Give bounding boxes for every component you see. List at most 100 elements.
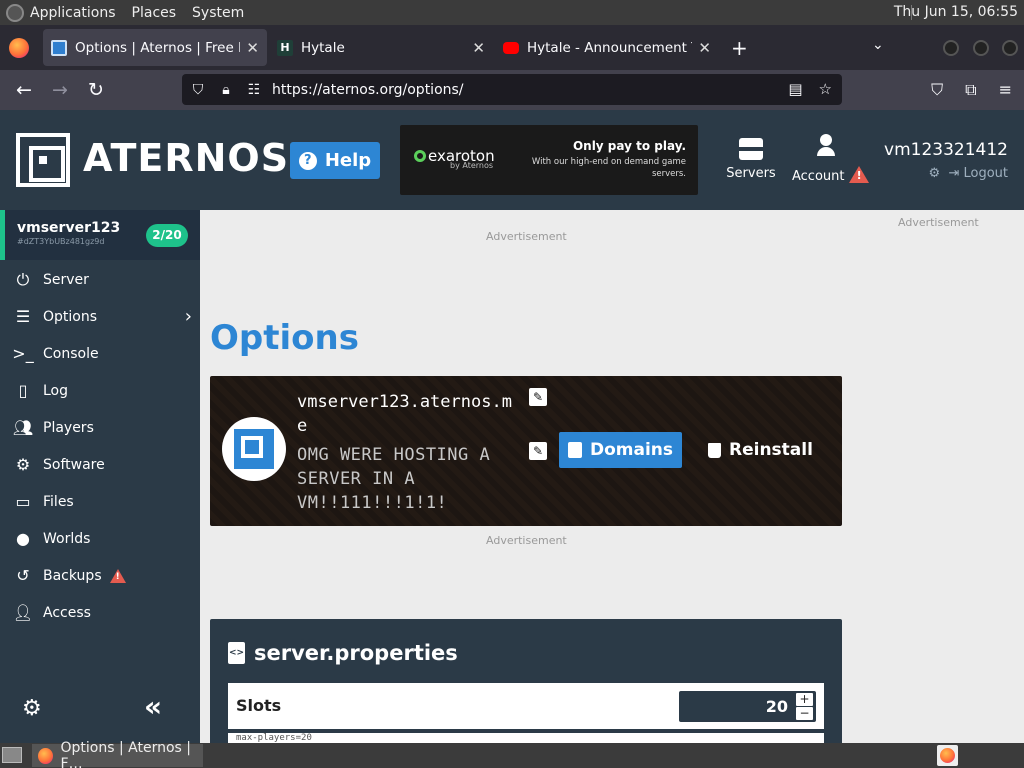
minimize-window-icon[interactable] [943, 40, 959, 56]
slots-value[interactable]: 20 [766, 697, 788, 716]
show-desktop-icon[interactable] [2, 747, 22, 763]
tab-hytale[interactable]: H Hytale ✕ [269, 29, 493, 66]
bookmark-star-icon[interactable]: ☆ [819, 80, 832, 98]
help-button[interactable]: ? Help [290, 142, 380, 179]
places-menu[interactable]: Places [132, 5, 177, 21]
settings-gear-icon[interactable]: ⚙ [929, 166, 941, 181]
gears-icon: ⚙ [15, 455, 31, 474]
server-id: #dZT3YbUBz481gz9d [17, 237, 105, 246]
back-icon[interactable]: ← [6, 79, 42, 101]
server-info-card: vmserver123.aternos.me OMG WERE HOSTING … [210, 376, 842, 526]
globe-icon: ● [16, 529, 30, 548]
sidebar-item-worlds[interactable]: ● Worlds [0, 520, 200, 557]
permissions-icon[interactable]: ☷ [240, 82, 268, 98]
sidebar-item-files[interactable]: ▭ Files [0, 483, 200, 520]
close-window-icon[interactable] [1002, 40, 1018, 56]
tab-title: Options | Aternos | Free Min [75, 39, 240, 56]
question-icon: ? [298, 151, 317, 170]
terminal-icon: >_ [12, 344, 34, 363]
sidebar-item-log[interactable]: ▯ Log [0, 372, 200, 409]
extensions-icon[interactable]: ⧉ [965, 80, 976, 100]
firefox-view-icon[interactable] [9, 37, 29, 58]
help-label: Help [324, 150, 372, 171]
tab-hytale-youtube[interactable]: Hytale - Announcement Tra ✕ [495, 29, 719, 66]
sidebar: vmserver123 #dZT3YbUBz481gz9d 2/20 ⏻ Ser… [0, 210, 200, 743]
account-link[interactable]: Account [792, 134, 869, 184]
sidebar-item-label: Files [43, 493, 74, 510]
clock[interactable]: Thu Jun 15, 06:55 [894, 4, 1018, 20]
log-icon: ▯ [18, 381, 28, 400]
pocket-icon[interactable]: ⛉ [931, 80, 943, 100]
settings-gear-icon[interactable]: ⚙ [22, 696, 42, 721]
domains-button[interactable]: Domains [559, 432, 682, 468]
tab-title: Hytale [301, 39, 345, 56]
reinstall-label: Reinstall [729, 440, 813, 460]
exaroton-ad-banner[interactable]: exaroton by Aternos Only pay to play. Wi… [400, 125, 698, 195]
logout-label: Logout [963, 166, 1008, 181]
collapse-sidebar-icon[interactable]: « [144, 690, 162, 723]
sidebar-item-server[interactable]: ⏻ Server [0, 261, 200, 298]
logout-link[interactable]: ⚙ ⇥ Logout [884, 166, 1008, 181]
tab-title: Hytale - Announcement Tra [527, 39, 692, 56]
edit-motd-icon[interactable]: ✎ [529, 442, 547, 460]
users-icon: 👥︎ [12, 418, 34, 437]
close-tab-icon[interactable]: ✕ [246, 39, 259, 57]
browser-nav-bar: ← → ↻ ⛉ 🔒︎ ☷ https://aternos.org/options… [0, 70, 1024, 110]
ad-label: Advertisement [486, 230, 567, 243]
server-selector[interactable]: vmserver123 #dZT3YbUBz481gz9d 2/20 [0, 210, 200, 260]
brand-name[interactable]: ATERNOS [83, 136, 289, 180]
server-motd[interactable]: OMG WERE HOSTING A SERVER IN A VM!!111!!… [297, 443, 522, 515]
menu-hamburger-icon[interactable]: ≡ [999, 80, 1012, 100]
applications-menu[interactable]: Applications [30, 5, 116, 21]
servers-icon [739, 138, 763, 160]
close-tab-icon[interactable]: ✕ [472, 39, 485, 57]
forward-icon[interactable]: → [42, 79, 78, 101]
sidebar-item-software[interactable]: ⚙ Software [0, 446, 200, 483]
aternos-logo-icon[interactable] [16, 133, 70, 187]
distro-logo-icon[interactable] [6, 3, 24, 22]
lock-icon[interactable]: 🔒︎ [212, 82, 240, 98]
slots-label: Slots [236, 696, 282, 715]
close-tab-icon[interactable]: ✕ [698, 39, 711, 57]
youtube-icon [503, 41, 519, 54]
decrement-button[interactable]: − [796, 707, 813, 720]
sidebar-item-options[interactable]: ☰ Options › [0, 298, 200, 335]
tab-aternos-options[interactable]: Options | Aternos | Free Min ✕ [43, 29, 267, 66]
ad-label: Advertisement [898, 216, 979, 229]
server-avatar[interactable] [222, 417, 286, 481]
system-menu[interactable]: System [192, 5, 244, 21]
username[interactable]: vm123321412 [884, 140, 1008, 160]
new-tab-icon[interactable]: + [731, 36, 748, 60]
url-text[interactable]: https://aternos.org/options/ [272, 82, 464, 98]
file-code-icon: <> [228, 642, 245, 664]
sidebar-item-players[interactable]: 👥︎ Players [0, 409, 200, 446]
server-properties-card: <> server.properties Slots 20 + − [210, 619, 842, 743]
sidebar-item-console[interactable]: >_ Console [0, 335, 200, 372]
list-all-tabs-icon[interactable]: ⌄ [872, 37, 884, 53]
server-address[interactable]: vmserver123.aternos.me [297, 390, 522, 438]
increment-button[interactable]: + [796, 693, 813, 706]
url-bar[interactable]: ⛉ 🔒︎ ☷ https://aternos.org/options/ ▤ ☆ [182, 74, 842, 105]
slots-stepper[interactable]: 20 + − [679, 691, 816, 722]
ad-brand-sub: by Aternos [450, 161, 494, 170]
servers-link[interactable]: Servers [726, 138, 776, 181]
sidebar-item-backups[interactable]: ↺ Backups [0, 557, 200, 594]
reinstall-button[interactable]: Reinstall [708, 432, 813, 468]
maximize-window-icon[interactable] [973, 40, 989, 56]
sidebar-item-label: Players [43, 419, 94, 436]
servers-label: Servers [726, 166, 776, 181]
tracking-protection-icon[interactable]: ⛉ [184, 82, 212, 98]
sidebar-item-label: Backups [43, 567, 102, 584]
sidebar-item-access[interactable]: 👤︎ Access [0, 594, 200, 631]
firefox-tray-icon[interactable] [937, 745, 958, 766]
reload-icon[interactable]: ↻ [78, 79, 114, 101]
folder-icon: ▭ [15, 492, 31, 511]
sidebar-item-label: Server [43, 271, 89, 288]
ad-subtext: With our high-end on demand game servers… [531, 157, 686, 179]
reader-view-icon[interactable]: ▤ [788, 80, 802, 98]
account-label: Account [792, 169, 845, 184]
power-icon: ⏻ [16, 269, 30, 289]
sidebar-item-label: Worlds [43, 530, 91, 547]
edit-address-icon[interactable]: ✎ [529, 388, 547, 406]
taskbar-window-button[interactable]: Options | Aternos | F… [32, 740, 203, 768]
